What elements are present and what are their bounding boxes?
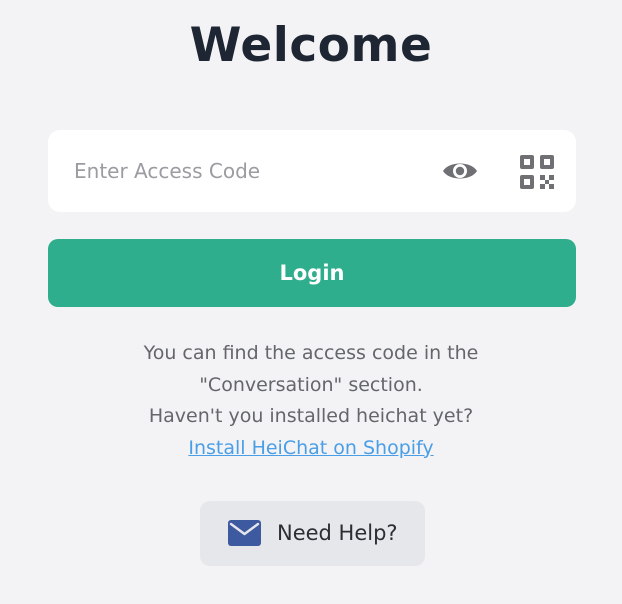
need-help-button[interactable]: Need Help?	[200, 501, 425, 566]
install-heichat-link[interactable]: Install HeiChat on Shopify	[188, 437, 433, 459]
access-code-input[interactable]	[74, 150, 424, 192]
need-help-label: Need Help?	[277, 521, 398, 545]
install-link-row: Install HeiChat on Shopify	[0, 433, 622, 465]
page-title: Welcome	[189, 18, 433, 73]
access-code-help-text: You can find the access code in the "Con…	[0, 338, 622, 464]
info-line: Haven't you installed heichat yet?	[148, 405, 474, 427]
mail-icon	[228, 520, 261, 546]
access-code-card	[48, 130, 576, 212]
info-line: You can find the access code in the	[143, 342, 479, 364]
info-line: "Conversation" section.	[199, 373, 423, 396]
eye-icon[interactable]	[441, 155, 479, 187]
login-button[interactable]: Login	[48, 239, 576, 307]
qr-code-icon[interactable]	[519, 154, 555, 190]
